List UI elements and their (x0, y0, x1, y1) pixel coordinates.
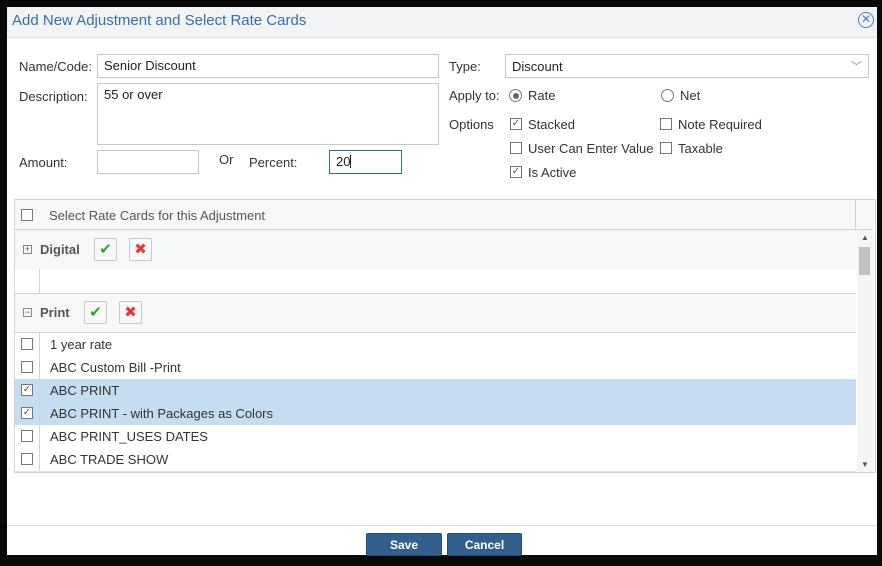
percent-input[interactable]: 20 (329, 150, 402, 174)
print-select-all-check-icon[interactable]: ✔ (84, 301, 107, 324)
is-active-checkbox[interactable]: ✓ (510, 166, 522, 178)
dialog-titlebar: Add New Adjustment and Select Rate Cards… (7, 7, 877, 38)
note-required-label: Note Required (678, 117, 762, 132)
grid-scrollbar[interactable]: ▲ ▼ (857, 230, 873, 472)
description-label: Description: (19, 89, 88, 104)
header-divider (855, 200, 856, 229)
name-code-label: Name/Code: (19, 59, 92, 74)
rate-card-name: ABC PRINT - with Packages as Colors (50, 406, 273, 421)
percent-value: 20 (336, 154, 351, 169)
row-divider (39, 333, 40, 356)
scroll-down-arrow-icon[interactable]: ▼ (861, 460, 869, 469)
row-checkbox[interactable] (21, 453, 33, 465)
options-label: Options (449, 117, 494, 132)
digital-clear-x-icon[interactable]: ✖ (129, 238, 152, 261)
apply-rate-label: Rate (528, 88, 556, 103)
chevron-down-icon: ﹀ (851, 61, 862, 73)
row-divider (39, 356, 40, 379)
rate-card-row[interactable]: ✓ ABC PRINT - with Packages as Colors (15, 402, 856, 426)
rate-card-name: 1 year rate (50, 337, 113, 352)
row-checkbox[interactable] (21, 338, 33, 350)
description-textarea[interactable]: 55 or over (97, 83, 439, 145)
rate-card-row[interactable]: ABC PRINT_USES DATES (15, 425, 856, 449)
digital-empty-row (15, 269, 856, 294)
grid-header: Select Rate Cards for this Adjustment (15, 200, 873, 230)
amount-label: Amount: (19, 155, 68, 170)
group-digital-label: Digital (40, 242, 80, 257)
dialog-footer: Save Cancel (7, 525, 877, 556)
apply-rate-radio[interactable] (509, 89, 522, 102)
digital-select-all-check-icon[interactable]: ✔ (94, 238, 117, 261)
select-all-checkbox[interactable] (21, 209, 33, 221)
row-divider (39, 402, 40, 425)
save-button[interactable]: Save (366, 533, 442, 556)
group-print: − Print ✔ ✖ (15, 294, 856, 333)
name-code-input[interactable]: Senior Discount (97, 54, 439, 78)
collapse-minus-icon[interactable]: − (23, 308, 32, 317)
type-select[interactable]: Discount ﹀ (505, 54, 869, 78)
row-divider (39, 448, 40, 471)
user-can-enter-value-label: User Can Enter Value (528, 141, 654, 156)
or-label: Or (219, 152, 234, 167)
apply-net-radio[interactable] (661, 89, 674, 102)
percent-label: Percent: (249, 155, 298, 170)
rate-card-row[interactable]: 1 year rate (15, 333, 856, 357)
apply-net-label: Net (680, 88, 701, 103)
close-icon[interactable]: ✕ (858, 12, 874, 28)
row-divider (39, 269, 40, 293)
taxable-label: Taxable (678, 141, 723, 156)
row-checkbox[interactable] (21, 430, 33, 442)
scroll-up-arrow-icon[interactable]: ▲ (861, 233, 869, 242)
print-clear-x-icon[interactable]: ✖ (119, 301, 142, 324)
type-selected-value: Discount (512, 59, 563, 74)
rate-card-name: ABC PRINT_USES DATES (50, 429, 208, 444)
row-checkbox[interactable]: ✓ (21, 384, 33, 396)
group-print-label: Print (40, 305, 70, 320)
rate-card-row[interactable]: ABC TRADE SHOW (15, 448, 856, 472)
user-can-enter-value-checkbox[interactable] (510, 142, 522, 154)
grid-header-label: Select Rate Cards for this Adjustment (49, 208, 266, 223)
expand-plus-icon[interactable]: + (23, 245, 32, 254)
is-active-label: Is Active (528, 165, 577, 180)
amount-input[interactable] (97, 150, 199, 174)
stacked-label: Stacked (528, 117, 575, 132)
group-digital: + Digital ✔ ✖ (15, 230, 856, 270)
rate-card-name: ABC PRINT (50, 383, 120, 398)
dialog-title: Add New Adjustment and Select Rate Cards (12, 12, 307, 29)
text-cursor (350, 155, 352, 168)
row-divider (39, 425, 40, 448)
apply-to-label: Apply to: (449, 88, 500, 103)
rate-card-name: ABC TRADE SHOW (50, 452, 169, 467)
rate-card-row[interactable]: ABC Custom Bill -Print (15, 356, 856, 380)
rate-cards-grid: Select Rate Cards for this Adjustment + … (14, 199, 876, 473)
cancel-button[interactable]: Cancel (447, 533, 522, 556)
row-divider (39, 379, 40, 402)
note-required-checkbox[interactable] (660, 118, 672, 130)
scrollbar-thumb[interactable] (859, 247, 870, 275)
stacked-checkbox[interactable]: ✓ (510, 118, 522, 130)
rate-card-row[interactable]: ✓ ABC PRINT (15, 379, 856, 403)
adjustment-dialog: Add New Adjustment and Select Rate Cards… (7, 7, 877, 556)
type-label: Type: (449, 59, 481, 74)
row-checkbox[interactable] (21, 361, 33, 373)
taxable-checkbox[interactable] (660, 142, 672, 154)
rate-card-name: ABC Custom Bill -Print (50, 360, 181, 375)
row-checkbox[interactable]: ✓ (21, 407, 33, 419)
